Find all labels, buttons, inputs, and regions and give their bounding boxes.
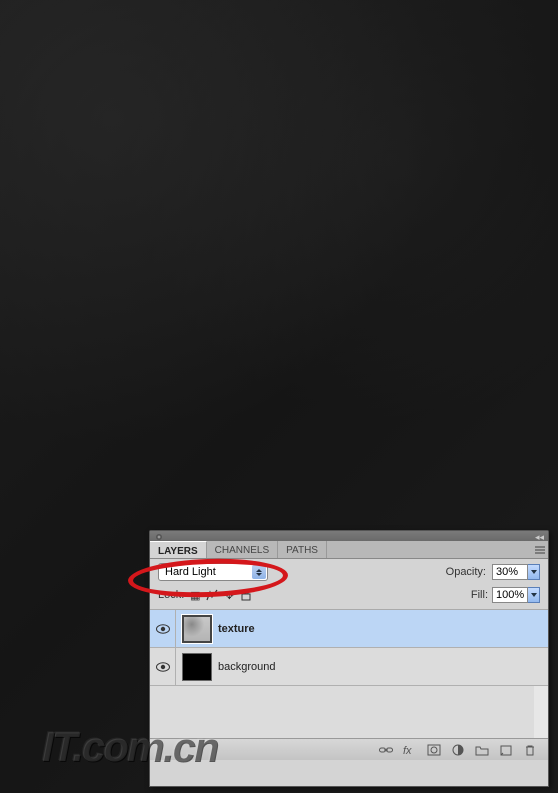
eye-icon: [156, 624, 170, 634]
fill-label: Fill:: [471, 589, 488, 601]
fill-value[interactable]: 100%: [492, 587, 528, 603]
layer-name-label[interactable]: texture: [218, 623, 255, 635]
visibility-toggle[interactable]: [150, 610, 176, 647]
layer-name-label[interactable]: background: [218, 661, 276, 673]
fill-input[interactable]: 100%: [492, 587, 540, 603]
link-layers-icon[interactable]: [378, 743, 394, 757]
panel-grip-icon: [156, 534, 162, 540]
opacity-value[interactable]: 30%: [492, 564, 528, 580]
svg-text:fx: fx: [403, 745, 412, 756]
delete-layer-icon[interactable]: [522, 743, 538, 757]
adjustment-layer-icon[interactable]: [450, 743, 466, 757]
blend-mode-value: Hard Light: [165, 566, 216, 578]
new-layer-icon[interactable]: [498, 743, 514, 757]
opacity-label: Opacity:: [446, 566, 486, 578]
panel-collapse-icon[interactable]: ◂◂: [535, 532, 544, 543]
blend-opacity-row: Hard Light Opacity: 30%: [150, 559, 548, 585]
fill-flyout-icon[interactable]: [528, 587, 540, 603]
new-group-icon[interactable]: [474, 743, 490, 757]
lock-icon-group: ▦ ✥: [188, 588, 253, 602]
opacity-flyout-icon[interactable]: [528, 564, 540, 580]
lock-label: Lock:: [158, 589, 184, 601]
layer-thumbnail[interactable]: [182, 653, 212, 681]
menu-icon: [535, 546, 545, 554]
lock-all-icon[interactable]: [239, 588, 253, 602]
tab-channels[interactable]: CHANNELS: [207, 541, 278, 558]
lock-transparency-icon[interactable]: ▦: [188, 588, 202, 602]
panel-menu-button[interactable]: [532, 541, 548, 558]
blend-mode-select[interactable]: Hard Light: [158, 563, 268, 581]
visibility-toggle[interactable]: [150, 648, 176, 685]
lock-position-icon[interactable]: ✥: [222, 588, 236, 602]
lock-image-icon[interactable]: [205, 588, 219, 602]
layer-row-background[interactable]: background: [150, 648, 548, 686]
layers-list: texture background: [150, 610, 548, 738]
panel-titlebar[interactable]: ◂◂: [150, 531, 548, 541]
layer-thumbnail[interactable]: [182, 615, 212, 643]
stepper-arrows-icon: [252, 565, 266, 579]
layer-mask-icon[interactable]: [426, 743, 442, 757]
layer-style-icon[interactable]: fx: [402, 743, 418, 757]
eye-icon: [156, 662, 170, 672]
opacity-input[interactable]: 30%: [492, 564, 540, 580]
panel-tabs: LAYERS CHANNELS PATHS: [150, 541, 548, 559]
layer-row-texture[interactable]: texture: [150, 610, 548, 648]
tab-paths[interactable]: PATHS: [278, 541, 327, 558]
lock-fill-row: Lock: ▦ ✥ Fill: 100%: [150, 585, 548, 610]
watermark-logo: IT.com.cn: [42, 723, 217, 771]
tab-layers[interactable]: LAYERS: [150, 541, 207, 558]
